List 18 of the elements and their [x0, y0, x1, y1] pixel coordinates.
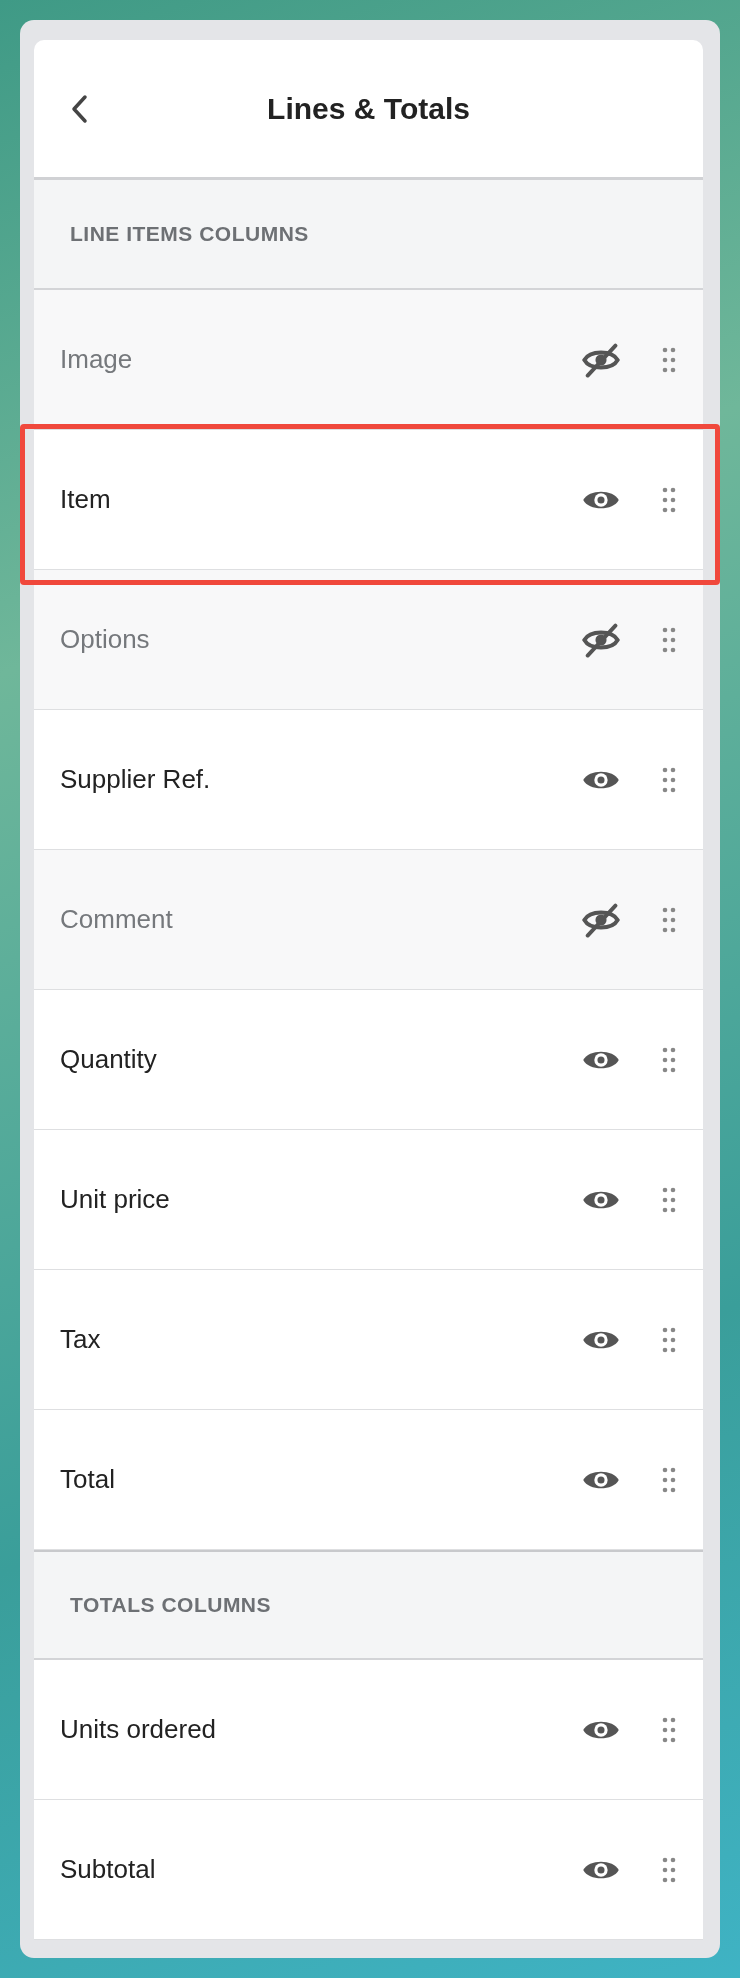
eye-off-icon[interactable]	[581, 341, 621, 378]
column-label: Units ordered	[60, 1713, 218, 1746]
column-label: Item	[60, 483, 112, 516]
eye-off-icon[interactable]	[581, 901, 621, 938]
column-label: Quantity	[60, 1043, 158, 1076]
section-heading: TOTALS COLUMNS	[70, 1592, 272, 1619]
column-label: Image	[60, 343, 134, 376]
section-heading: LINE ITEMS COLUMNS	[70, 221, 309, 248]
column-label: Subtotal	[60, 1853, 157, 1886]
column-label: Tax	[60, 1323, 102, 1356]
column-label: Comment	[60, 903, 174, 936]
column-label: Unit price	[60, 1183, 171, 1216]
column-label: Options	[60, 623, 151, 656]
column-label: Total	[60, 1463, 116, 1496]
page-title: Lines & Totals	[266, 91, 471, 127]
column-label: Supplier Ref.	[60, 763, 212, 796]
chevron-left-icon	[70, 93, 88, 124]
eye-off-icon[interactable]	[581, 621, 621, 658]
